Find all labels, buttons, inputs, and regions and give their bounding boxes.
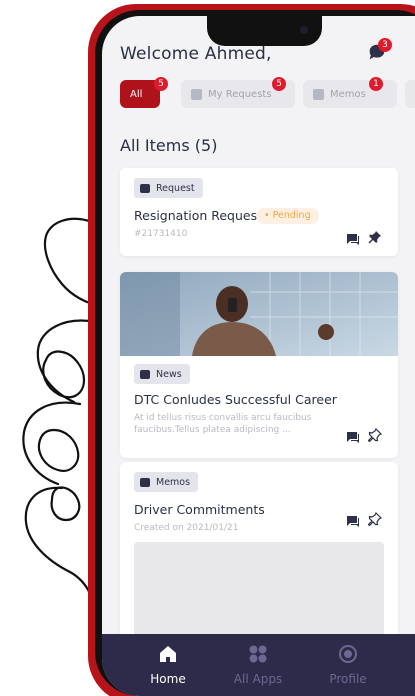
memo-icon: [313, 88, 324, 100]
news-excerpt-line-2: faucibus.Tellus platea adipiscing ...: [134, 425, 291, 435]
memo-card[interactable]: Memos Driver Commitments Created on 2021…: [120, 462, 398, 662]
request-chip-label: Request: [156, 182, 195, 194]
home-icon: [160, 646, 176, 662]
news-excerpt-line-1: At id tellus risus convallis arcu faucib…: [134, 413, 312, 423]
tab-all[interactable]: All 5: [120, 77, 168, 108]
tab-more[interactable]: [405, 80, 415, 108]
request-card[interactable]: Request Resignation Request • Pending #2…: [120, 168, 398, 256]
nav-profile-label: Profile: [329, 672, 367, 686]
phone-screen: Welcome Ahmed, 3 All 5 My Requests 5 Mem…: [102, 16, 415, 696]
nav-profile[interactable]: Profile: [308, 644, 388, 686]
request-chip: Request: [134, 178, 203, 198]
tab-memos-label: Memos: [330, 88, 366, 100]
news-card[interactable]: News DTC Conludes Successful Career At i…: [120, 272, 398, 458]
tab-my-requests-label: My Requests: [208, 88, 272, 100]
memo-chip: Memos: [134, 472, 199, 492]
welcome-heading: Welcome Ahmed,: [120, 44, 272, 64]
request-id: #21731410: [134, 229, 188, 239]
section-title: All Items (5): [120, 136, 218, 155]
tab-my-requests[interactable]: My Requests 5: [181, 77, 295, 108]
news-chip: News: [134, 364, 190, 384]
tab-my-requests-badge: 5: [272, 77, 286, 91]
phone-notch: [207, 16, 322, 46]
bottom-nav: Home All Apps Profile: [102, 634, 415, 696]
news-excerpt: At id tellus risus convallis arcu faucib…: [134, 412, 311, 436]
chat-badge: 3: [378, 38, 392, 52]
memo-created-date: Created on 2021/01/21: [134, 523, 239, 533]
tab-all-badge: 5: [154, 77, 168, 91]
memo-chip-label: Memos: [156, 476, 191, 488]
pin-outline-icon[interactable]: [368, 428, 382, 442]
camera-dot: [300, 26, 308, 34]
chat-button[interactable]: 3: [366, 38, 392, 64]
nav-home-label: Home: [150, 672, 186, 686]
grid-icon: [249, 645, 267, 663]
status-label: Pending: [272, 210, 311, 221]
memo-title: Driver Commitments: [134, 502, 265, 517]
news-image: [120, 272, 398, 356]
filter-tabs: All 5 My Requests 5 Memos 1: [120, 77, 415, 110]
nav-all-apps-label: All Apps: [233, 672, 283, 686]
nav-all-apps[interactable]: All Apps: [218, 644, 298, 686]
request-icon: [191, 88, 202, 100]
profile-icon: [339, 645, 357, 663]
tab-memos-badge: 1: [369, 77, 383, 91]
news-icon: [140, 369, 150, 379]
tab-all-label: All: [130, 88, 143, 100]
news-chip-label: News: [156, 368, 182, 380]
pin-filled-icon[interactable]: [368, 230, 382, 244]
news-title: DTC Conludes Successful Career: [134, 392, 337, 407]
memo-icon: [140, 477, 150, 487]
status-badge: • Pending: [256, 208, 319, 224]
pin-outline-icon[interactable]: [368, 512, 382, 526]
app-stage: Welcome Ahmed, 3 All 5 My Requests 5 Mem…: [0, 0, 415, 696]
request-icon: [140, 183, 150, 193]
comment-icon[interactable]: [346, 232, 360, 246]
comment-icon[interactable]: [346, 430, 360, 444]
nav-home[interactable]: Home: [128, 644, 208, 686]
tab-memos[interactable]: Memos 1: [303, 77, 397, 108]
comment-icon[interactable]: [346, 514, 360, 528]
request-title: Resignation Request: [134, 208, 263, 223]
